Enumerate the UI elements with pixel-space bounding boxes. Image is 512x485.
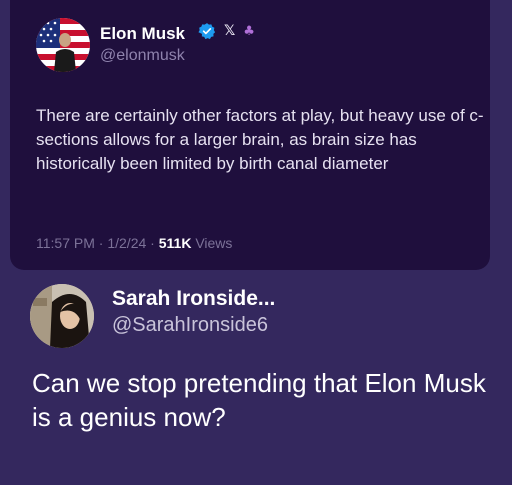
views-count: 511K — [158, 235, 192, 251]
quoted-post-text: There are certainly other factors at pla… — [36, 106, 484, 173]
verified-icon — [198, 23, 216, 40]
quoted-author-name[interactable]: Elon Musk — [100, 24, 185, 44]
post-metadata: 11:57 PM · 1/2/24 · 511K Views — [36, 235, 232, 251]
author-badges: 𝕏 ♣ — [198, 22, 255, 40]
views-label: Views — [195, 235, 233, 251]
meta-separator: · — [146, 235, 159, 251]
x-icon: 𝕏 — [224, 23, 236, 39]
meta-separator: · — [94, 235, 108, 251]
quoted-author-handle[interactable]: @elonmusk — [100, 47, 185, 65]
sarah-ironside-avatar[interactable] — [30, 284, 94, 348]
reply-post-text: Can we stop pretending that Elon Musk is… — [32, 368, 486, 432]
reply-author-handle[interactable]: @SarahIronside6 — [112, 314, 268, 337]
post-date[interactable]: 1/2/24 — [107, 235, 146, 251]
affiliate-icon: ♣ — [243, 23, 255, 39]
post-time[interactable]: 11:57 PM — [36, 235, 95, 251]
quoted-post-card[interactable]: Elon Musk 𝕏 ♣ @elonmusk There are certai… — [10, 0, 490, 270]
elon-musk-avatar[interactable] — [36, 18, 90, 72]
reply-author-name[interactable]: Sarah Ironside... — [112, 287, 275, 311]
